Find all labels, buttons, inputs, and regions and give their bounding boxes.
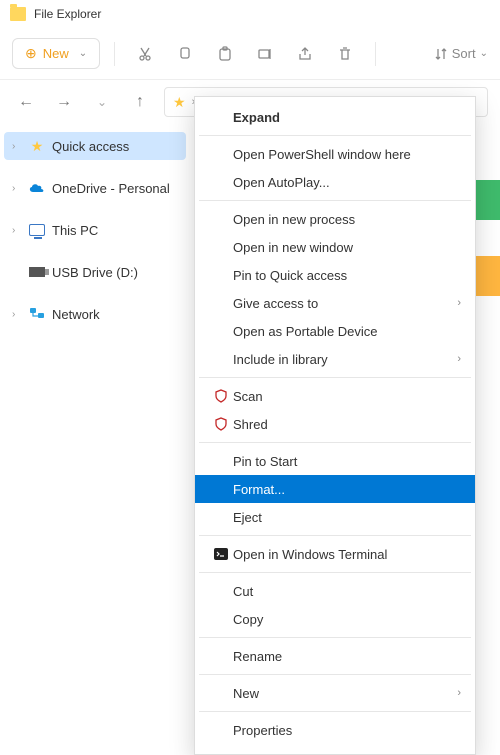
share-icon[interactable] — [289, 38, 321, 70]
rename-icon[interactable] — [249, 38, 281, 70]
chevron-down-icon: ⌄ — [480, 48, 488, 59]
chevron-right-icon: › — [12, 141, 22, 152]
shield-icon — [209, 417, 233, 431]
tree-item-label: Network — [52, 307, 100, 322]
back-button[interactable]: ← — [12, 88, 40, 116]
menu-open-new-process[interactable]: Open in new process — [195, 205, 475, 233]
context-menu: Expand Open PowerShell window here Open … — [194, 96, 476, 755]
menu-separator — [199, 442, 471, 443]
menu-separator — [199, 711, 471, 712]
tree-item-network[interactable]: › Network — [4, 300, 186, 328]
menu-give-access[interactable]: Give access to› — [195, 289, 475, 317]
cut-icon[interactable] — [129, 38, 161, 70]
menu-copy[interactable]: Copy — [195, 605, 475, 633]
star-icon: ★ — [28, 138, 46, 154]
menu-scan[interactable]: Scan — [195, 382, 475, 410]
pc-icon — [28, 222, 46, 238]
chevron-right-icon: › — [457, 297, 461, 309]
menu-shred[interactable]: Shred — [195, 410, 475, 438]
toolbar-separator — [114, 42, 115, 66]
up-button[interactable]: ↑ — [126, 88, 154, 116]
menu-format[interactable]: Format... — [195, 475, 475, 503]
tree-item-this-pc[interactable]: › This PC — [4, 216, 186, 244]
menu-eject[interactable]: Eject — [195, 503, 475, 531]
tree-item-quick-access[interactable]: › ★ Quick access — [4, 132, 186, 160]
menu-separator — [199, 535, 471, 536]
chevron-right-icon: › — [12, 309, 22, 320]
menu-properties[interactable]: Properties — [195, 716, 475, 744]
network-icon — [28, 306, 46, 322]
title-bar: File Explorer — [0, 0, 500, 28]
sort-icon — [434, 47, 448, 61]
chevron-right-icon: › — [12, 183, 22, 194]
usb-icon — [28, 264, 46, 280]
recent-chevron-icon[interactable]: ⌄ — [88, 88, 116, 116]
shield-icon — [209, 389, 233, 403]
menu-new[interactable]: New› — [195, 679, 475, 707]
chevron-right-icon: › — [457, 353, 461, 365]
folder-icon — [10, 7, 26, 21]
chevron-right-icon: › — [12, 225, 22, 236]
new-button[interactable]: ⊕ New ⌄ — [12, 38, 100, 69]
onedrive-icon — [28, 180, 46, 196]
toolbar: ⊕ New ⌄ Sort ⌄ — [0, 28, 500, 80]
tree-item-usb-drive[interactable]: › USB Drive (D:) — [4, 258, 186, 286]
menu-open-autoplay[interactable]: Open AutoPlay... — [195, 168, 475, 196]
sort-button[interactable]: Sort ⌄ — [434, 46, 488, 61]
menu-rename[interactable]: Rename — [195, 642, 475, 670]
menu-include-library[interactable]: Include in library› — [195, 345, 475, 373]
menu-separator — [199, 637, 471, 638]
star-icon: ★ — [173, 94, 186, 111]
chevron-right-icon: › — [457, 687, 461, 699]
menu-open-portable[interactable]: Open as Portable Device — [195, 317, 475, 345]
menu-separator — [199, 377, 471, 378]
menu-cut[interactable]: Cut — [195, 577, 475, 605]
terminal-icon — [209, 548, 233, 560]
tree-item-label: OneDrive - Personal — [52, 181, 170, 196]
menu-open-terminal[interactable]: Open in Windows Terminal — [195, 540, 475, 568]
tree-item-onedrive[interactable]: › OneDrive - Personal — [4, 174, 186, 202]
copy-icon[interactable] — [169, 38, 201, 70]
tree-item-label: This PC — [52, 223, 98, 238]
menu-separator — [199, 674, 471, 675]
menu-open-powershell[interactable]: Open PowerShell window here — [195, 140, 475, 168]
menu-separator — [199, 572, 471, 573]
menu-separator — [199, 135, 471, 136]
toolbar-separator — [375, 42, 376, 66]
paste-icon[interactable] — [209, 38, 241, 70]
menu-pin-start[interactable]: Pin to Start — [195, 447, 475, 475]
navigation-tree: › ★ Quick access › OneDrive - Personal ›… — [0, 124, 190, 330]
tree-item-label: Quick access — [52, 139, 129, 154]
chevron-down-icon: ⌄ — [79, 48, 87, 59]
plus-icon: ⊕ — [25, 45, 37, 62]
window-title: File Explorer — [34, 7, 101, 21]
menu-open-new-window[interactable]: Open in new window — [195, 233, 475, 261]
new-button-label: New — [43, 46, 69, 61]
forward-button[interactable]: → — [50, 88, 78, 116]
menu-separator — [199, 200, 471, 201]
menu-pin-quick-access[interactable]: Pin to Quick access — [195, 261, 475, 289]
sort-label: Sort — [452, 46, 476, 61]
delete-icon[interactable] — [329, 38, 361, 70]
menu-expand[interactable]: Expand — [195, 103, 475, 131]
tree-item-label: USB Drive (D:) — [52, 265, 138, 280]
